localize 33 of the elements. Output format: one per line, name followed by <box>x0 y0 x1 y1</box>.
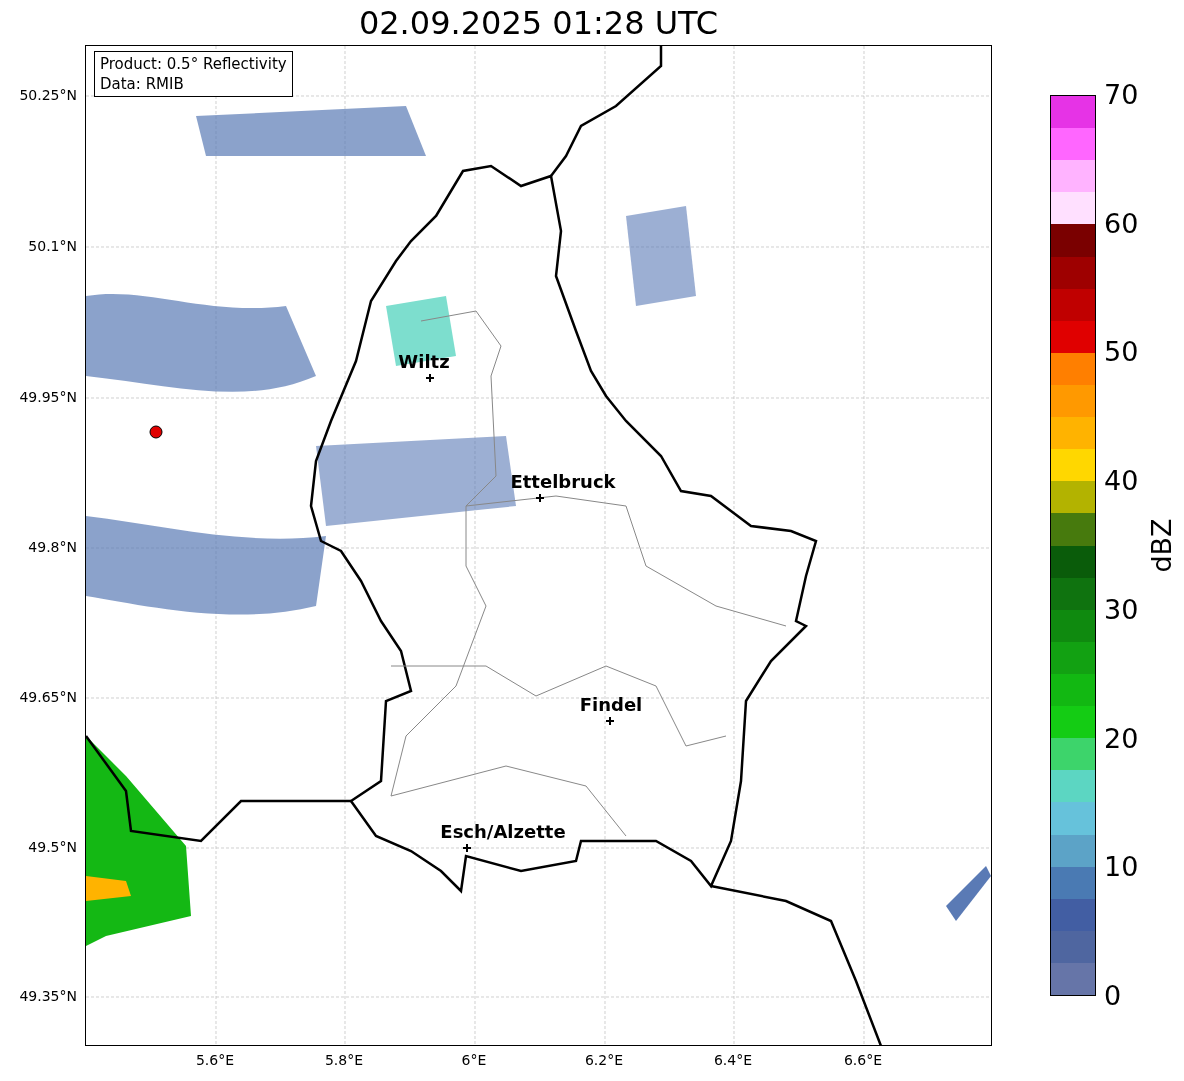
y-tick-label: 50.1°N <box>28 239 77 253</box>
city-marker-icon <box>463 844 471 852</box>
city-label: Esch/Alzette <box>440 823 566 841</box>
colorbar-label: dBZ <box>1147 518 1175 573</box>
x-tick-label: 6.2°E <box>584 1053 624 1067</box>
city-label: Wiltz <box>398 353 450 371</box>
info-text: Data: RMIB <box>100 74 185 94</box>
y-tick-label: 49.65°N <box>19 690 77 704</box>
y-tick-label: 49.8°N <box>28 540 77 554</box>
colorbar-tick-label: 40 <box>1104 467 1139 495</box>
colorbar-tick-label: 0 <box>1104 982 1122 1009</box>
colorbar-tick-label: 50 <box>1104 338 1139 366</box>
colorbar-tick-label: 20 <box>1104 724 1139 752</box>
colorbar-tick-label: 10 <box>1104 853 1139 881</box>
colorbar-tick-label: 70 <box>1104 81 1139 108</box>
x-tick-label: 6.6°E <box>843 1053 883 1067</box>
city-marker-icon <box>536 494 544 502</box>
x-tick-label: 5.6°E <box>195 1053 235 1067</box>
x-tick-label: 6.4°E <box>713 1053 753 1067</box>
city-label: Ettelbruck <box>510 473 616 491</box>
y-tick-label: 50.25°N <box>19 88 77 102</box>
y-tick-label: 49.5°N <box>28 840 77 854</box>
y-tick-label: 49.35°N <box>19 989 77 1003</box>
chart-title: 02.09.2025 01:28 UTC <box>358 6 719 39</box>
y-tick-label: 49.95°N <box>19 390 77 404</box>
info-text: Product: 0.5° Reflectivity <box>100 54 287 74</box>
x-tick-label: 5.8°E <box>324 1053 364 1067</box>
x-tick-label: 6°E <box>461 1053 487 1067</box>
colorbar-tick-label: 30 <box>1104 595 1139 623</box>
colorbar-tick-label: 60 <box>1104 209 1139 237</box>
city-marker-icon <box>426 374 434 382</box>
city-label: Findel <box>579 696 643 714</box>
city-marker-icon <box>606 717 614 725</box>
